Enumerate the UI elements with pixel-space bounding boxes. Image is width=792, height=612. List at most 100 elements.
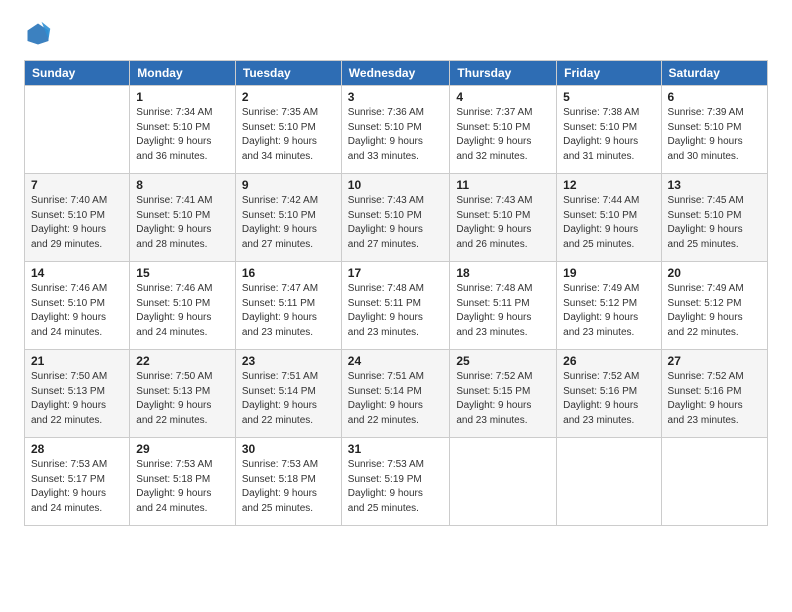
day-info: Sunrise: 7:39 AM Sunset: 5:10 PM Dayligh… bbox=[668, 106, 761, 164]
day-cell: 3 Sunrise: 7:36 AM Sunset: 5:10 PM Daylig… bbox=[341, 86, 450, 174]
day-cell bbox=[25, 86, 130, 174]
day-number: 24 bbox=[348, 354, 444, 368]
day-cell: 16 Sunrise: 7:47 AM Sunset: 5:11 PM Dayli… bbox=[235, 262, 341, 350]
col-header-thursday: Thursday bbox=[450, 61, 557, 86]
day-number: 14 bbox=[31, 266, 123, 280]
day-info: Sunrise: 7:48 AM Sunset: 5:11 PM Dayligh… bbox=[348, 282, 444, 340]
day-number: 16 bbox=[242, 266, 335, 280]
day-cell: 24 Sunrise: 7:51 AM Sunset: 5:14 PM Dayli… bbox=[341, 350, 450, 438]
week-row-5: 28 Sunrise: 7:53 AM Sunset: 5:17 PM Dayli… bbox=[25, 438, 768, 526]
week-row-4: 21 Sunrise: 7:50 AM Sunset: 5:13 PM Dayli… bbox=[25, 350, 768, 438]
day-info: Sunrise: 7:53 AM Sunset: 5:17 PM Dayligh… bbox=[31, 458, 123, 516]
day-cell: 13Sunrise: 7:45 AM Sunset: 5:10 PM Dayli… bbox=[661, 174, 767, 262]
day-number: 30 bbox=[242, 442, 335, 456]
day-cell: 21 Sunrise: 7:50 AM Sunset: 5:13 PM Dayli… bbox=[25, 350, 130, 438]
day-number: 2 bbox=[242, 90, 335, 104]
day-number: 15 bbox=[136, 266, 229, 280]
day-number: 7 bbox=[31, 178, 123, 192]
day-cell: 23 Sunrise: 7:51 AM Sunset: 5:14 PM Dayli… bbox=[235, 350, 341, 438]
day-info: Sunrise: 7:46 AM Sunset: 5:10 PM Dayligh… bbox=[31, 282, 123, 340]
day-cell: 15 Sunrise: 7:46 AM Sunset: 5:10 PM Dayli… bbox=[130, 262, 236, 350]
day-info: Sunrise: 7:43 AM Sunset: 5:10 PM Dayligh… bbox=[348, 194, 444, 252]
day-info: Sunrise: 7:51 AM Sunset: 5:14 PM Dayligh… bbox=[348, 370, 444, 428]
day-cell: 22 Sunrise: 7:50 AM Sunset: 5:13 PM Dayli… bbox=[130, 350, 236, 438]
day-info: Sunrise: 7:34 AM Sunset: 5:10 PM Dayligh… bbox=[136, 106, 229, 164]
day-info: Sunrise: 7:52 AM Sunset: 5:15 PM Dayligh… bbox=[456, 370, 550, 428]
day-cell: 2 Sunrise: 7:35 AM Sunset: 5:10 PM Daylig… bbox=[235, 86, 341, 174]
day-number: 18 bbox=[456, 266, 550, 280]
day-number: 23 bbox=[242, 354, 335, 368]
day-number: 31 bbox=[348, 442, 444, 456]
day-number: 9 bbox=[242, 178, 335, 192]
day-info: Sunrise: 7:53 AM Sunset: 5:18 PM Dayligh… bbox=[136, 458, 229, 516]
day-info: Sunrise: 7:40 AM Sunset: 5:10 PM Dayligh… bbox=[31, 194, 123, 252]
day-cell: 20 Sunrise: 7:49 AM Sunset: 5:12 PM Dayli… bbox=[661, 262, 767, 350]
day-info: Sunrise: 7:43 AM Sunset: 5:10 PM Dayligh… bbox=[456, 194, 550, 252]
week-row-3: 14 Sunrise: 7:46 AM Sunset: 5:10 PM Dayli… bbox=[25, 262, 768, 350]
day-number: 6 bbox=[668, 90, 761, 104]
day-cell: 28 Sunrise: 7:53 AM Sunset: 5:17 PM Dayli… bbox=[25, 438, 130, 526]
day-cell: 1 Sunrise: 7:34 AM Sunset: 5:10 PM Daylig… bbox=[130, 86, 236, 174]
day-number: 21 bbox=[31, 354, 123, 368]
day-cell: 18Sunrise: 7:48 AM Sunset: 5:11 PM Dayli… bbox=[450, 262, 557, 350]
day-cell: 11 Sunrise: 7:43 AM Sunset: 5:10 PM Dayli… bbox=[450, 174, 557, 262]
day-cell bbox=[557, 438, 661, 526]
day-info: Sunrise: 7:47 AM Sunset: 5:11 PM Dayligh… bbox=[242, 282, 335, 340]
day-number: 22 bbox=[136, 354, 229, 368]
page: SundayMondayTuesdayWednesdayThursdayFrid… bbox=[0, 0, 792, 612]
day-number: 8 bbox=[136, 178, 229, 192]
day-cell: 14 Sunrise: 7:46 AM Sunset: 5:10 PM Dayli… bbox=[25, 262, 130, 350]
day-info: Sunrise: 7:46 AM Sunset: 5:10 PM Dayligh… bbox=[136, 282, 229, 340]
day-info: Sunrise: 7:52 AM Sunset: 5:16 PM Dayligh… bbox=[668, 370, 761, 428]
day-number: 13 bbox=[668, 178, 761, 192]
col-header-saturday: Saturday bbox=[661, 61, 767, 86]
day-number: 12 bbox=[563, 178, 654, 192]
day-cell: 12Sunrise: 7:44 AM Sunset: 5:10 PM Dayli… bbox=[557, 174, 661, 262]
col-header-monday: Monday bbox=[130, 61, 236, 86]
day-cell: 29 Sunrise: 7:53 AM Sunset: 5:18 PM Dayli… bbox=[130, 438, 236, 526]
day-cell: 10 Sunrise: 7:43 AM Sunset: 5:10 PM Dayli… bbox=[341, 174, 450, 262]
day-number: 10 bbox=[348, 178, 444, 192]
day-info: Sunrise: 7:53 AM Sunset: 5:18 PM Dayligh… bbox=[242, 458, 335, 516]
calendar-header-row: SundayMondayTuesdayWednesdayThursdayFrid… bbox=[25, 61, 768, 86]
day-number: 25 bbox=[456, 354, 550, 368]
day-cell bbox=[661, 438, 767, 526]
day-number: 17 bbox=[348, 266, 444, 280]
logo-icon bbox=[24, 20, 52, 48]
day-cell: 19Sunrise: 7:49 AM Sunset: 5:12 PM Dayli… bbox=[557, 262, 661, 350]
week-row-1: 1 Sunrise: 7:34 AM Sunset: 5:10 PM Daylig… bbox=[25, 86, 768, 174]
day-info: Sunrise: 7:35 AM Sunset: 5:10 PM Dayligh… bbox=[242, 106, 335, 164]
day-cell: 4 Sunrise: 7:37 AM Sunset: 5:10 PM Daylig… bbox=[450, 86, 557, 174]
day-number: 3 bbox=[348, 90, 444, 104]
day-info: Sunrise: 7:37 AM Sunset: 5:10 PM Dayligh… bbox=[456, 106, 550, 164]
day-info: Sunrise: 7:50 AM Sunset: 5:13 PM Dayligh… bbox=[136, 370, 229, 428]
day-info: Sunrise: 7:49 AM Sunset: 5:12 PM Dayligh… bbox=[668, 282, 761, 340]
day-info: Sunrise: 7:49 AM Sunset: 5:12 PM Dayligh… bbox=[563, 282, 654, 340]
col-header-sunday: Sunday bbox=[25, 61, 130, 86]
day-info: Sunrise: 7:50 AM Sunset: 5:13 PM Dayligh… bbox=[31, 370, 123, 428]
day-cell bbox=[450, 438, 557, 526]
day-number: 29 bbox=[136, 442, 229, 456]
day-cell: 7 Sunrise: 7:40 AM Sunset: 5:10 PM Daylig… bbox=[25, 174, 130, 262]
day-info: Sunrise: 7:51 AM Sunset: 5:14 PM Dayligh… bbox=[242, 370, 335, 428]
calendar-table: SundayMondayTuesdayWednesdayThursdayFrid… bbox=[24, 60, 768, 526]
day-cell: 31 Sunrise: 7:53 AM Sunset: 5:19 PM Dayli… bbox=[341, 438, 450, 526]
day-info: Sunrise: 7:53 AM Sunset: 5:19 PM Dayligh… bbox=[348, 458, 444, 516]
day-number: 4 bbox=[456, 90, 550, 104]
day-cell: 26Sunrise: 7:52 AM Sunset: 5:16 PM Dayli… bbox=[557, 350, 661, 438]
day-info: Sunrise: 7:36 AM Sunset: 5:10 PM Dayligh… bbox=[348, 106, 444, 164]
day-info: Sunrise: 7:42 AM Sunset: 5:10 PM Dayligh… bbox=[242, 194, 335, 252]
day-number: 26 bbox=[563, 354, 654, 368]
day-number: 1 bbox=[136, 90, 229, 104]
day-cell: 5 Sunrise: 7:38 AM Sunset: 5:10 PM Daylig… bbox=[557, 86, 661, 174]
day-number: 28 bbox=[31, 442, 123, 456]
col-header-wednesday: Wednesday bbox=[341, 61, 450, 86]
day-number: 5 bbox=[563, 90, 654, 104]
day-number: 20 bbox=[668, 266, 761, 280]
week-row-2: 7 Sunrise: 7:40 AM Sunset: 5:10 PM Daylig… bbox=[25, 174, 768, 262]
day-cell: 25 Sunrise: 7:52 AM Sunset: 5:15 PM Dayli… bbox=[450, 350, 557, 438]
day-number: 11 bbox=[456, 178, 550, 192]
day-info: Sunrise: 7:38 AM Sunset: 5:10 PM Dayligh… bbox=[563, 106, 654, 164]
day-cell: 9 Sunrise: 7:42 AM Sunset: 5:10 PM Daylig… bbox=[235, 174, 341, 262]
day-cell: 27Sunrise: 7:52 AM Sunset: 5:16 PM Dayli… bbox=[661, 350, 767, 438]
